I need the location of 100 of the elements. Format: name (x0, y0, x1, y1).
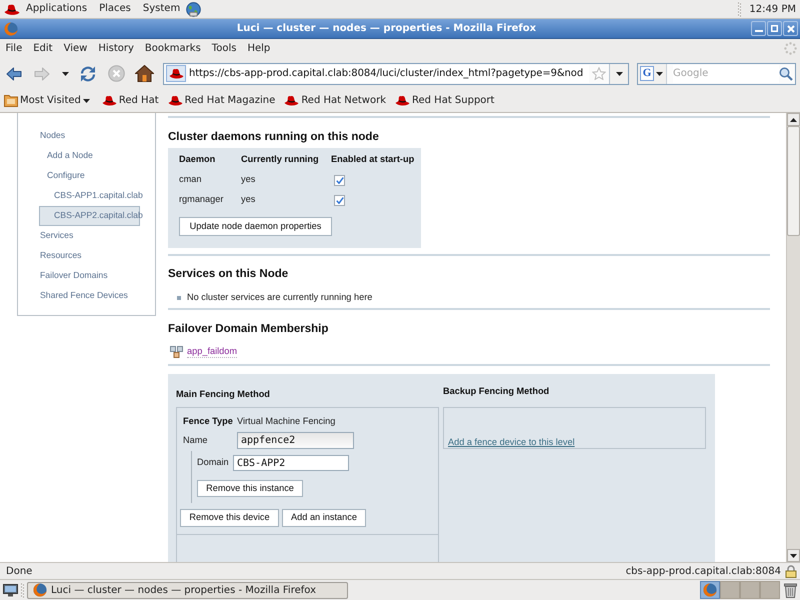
domain-field[interactable]: CBS-APP2 (233, 455, 349, 471)
table-cell-text: rgmanager (179, 193, 224, 206)
logo-icon (4, 22, 18, 36)
menu-item[interactable]: History (92, 41, 140, 56)
workspace[interactable] (700, 581, 720, 599)
scrollbar-thumb[interactable] (787, 126, 800, 236)
device-action-button[interactable]: Remove this device (180, 509, 279, 527)
minimize-icon (754, 30, 762, 32)
taskbar-button[interactable]: Luci — cluster — nodes — properties - Mozilla Firefox (27, 582, 348, 598)
menu-item[interactable]: File (0, 41, 28, 56)
url-history-button[interactable] (609, 64, 628, 84)
status-text: Done (6, 564, 32, 578)
stop-icon (108, 65, 124, 82)
scroll-down-button[interactable] (787, 549, 800, 562)
spinner-icon (784, 42, 797, 55)
menu-item[interactable]: Bookmarks (139, 41, 206, 56)
star-icon (592, 67, 606, 80)
hat-icon (102, 94, 117, 107)
checkmark-icon (336, 176, 344, 184)
url-field[interactable]: https://cbs-app-prod.capital.clab:8084/luci/cluster/index_html?pagetype=9&nod (189, 64, 589, 82)
hat-icon (168, 94, 183, 107)
padlock-icon (785, 564, 797, 578)
column-header: Currently running (241, 153, 320, 166)
checkbox[interactable] (334, 174, 345, 186)
sidebar-item[interactable]: Nodes (39, 126, 140, 146)
caret-icon (656, 72, 663, 76)
bookmark-link[interactable]: Red Hat Support (395, 93, 494, 108)
caret-icon (616, 72, 622, 76)
hat-icon (284, 94, 300, 107)
update-daemons-button[interactable]: Update node daemon properties (179, 217, 332, 236)
hat-icon (395, 94, 410, 107)
table-cell-text: yes (241, 173, 256, 186)
scroll-up-button[interactable] (787, 113, 800, 126)
maximize-icon (771, 25, 778, 32)
trash-icon (784, 582, 797, 598)
globe-icon (186, 2, 202, 16)
checkmark-icon (336, 196, 344, 204)
search-icon (779, 66, 793, 80)
menu-item[interactable]: View (58, 41, 93, 56)
table-cell-text: yes (241, 193, 256, 206)
sidebar-item[interactable]: CBS-APP2.capital.clab (39, 206, 140, 226)
site-identity-button[interactable] (166, 65, 186, 82)
reload-icon (79, 64, 97, 82)
menu-item[interactable]: Edit (28, 41, 58, 56)
forward-arrow-icon (34, 66, 50, 80)
hat-icon (4, 2, 20, 16)
close-icon (786, 24, 794, 32)
name-field[interactable]: appfence2 (237, 432, 354, 449)
bullet-icon (177, 296, 181, 300)
section-heading: Cluster daemons running on this node (168, 130, 380, 144)
window-title: Luci — cluster — nodes — properties - Mozilla Firefox (236, 22, 538, 36)
house-icon (134, 65, 154, 82)
down-arrow-icon (790, 554, 797, 558)
section-heading: Services on this Node (168, 267, 290, 281)
sidebar-item[interactable]: Resources (39, 246, 140, 266)
sidebar-item[interactable]: Failover Domains (39, 266, 140, 286)
status-host: cbs-app-prod.capital.clab:8084 (626, 564, 781, 578)
logo-icon (33, 583, 47, 597)
sidebar-item[interactable]: Add a Node (39, 146, 140, 166)
fencing-heading: Main Fencing Method (176, 388, 271, 400)
field-value: Virtual Machine Fencing (237, 415, 336, 428)
back-arrow-icon (6, 66, 22, 80)
bookmark-link[interactable]: Red Hat (102, 93, 159, 108)
sidebar-item[interactable]: Configure (39, 166, 140, 186)
up-arrow-icon (790, 118, 797, 122)
add-device-link[interactable]: Add a fence device to this level (448, 437, 575, 447)
field-label: Name (183, 434, 209, 447)
bookmark-link[interactable]: Red Hat Magazine (168, 93, 276, 108)
list-text: No cluster services are currently running here (187, 291, 372, 304)
servers-icon (170, 346, 183, 358)
domain-link[interactable]: app_faildom (187, 346, 238, 358)
checkbox[interactable] (334, 194, 345, 206)
monitor-icon (3, 583, 18, 597)
field-label: Fence Type (183, 415, 234, 428)
bookmarks-folder-button[interactable]: Most Visited (4, 93, 90, 108)
search-engine-button[interactable]: G (638, 64, 667, 84)
menu-item[interactable]: Help (242, 41, 276, 56)
panel-menu[interactable]: System (136, 0, 186, 18)
sidebar-item[interactable]: Services (39, 226, 140, 246)
field-label: Domain (197, 456, 230, 470)
caret-icon (82, 98, 90, 102)
sidebar-item[interactable]: Shared Fence Devices (39, 286, 140, 306)
fencing-heading: Backup Fencing Method (443, 385, 550, 397)
table-cell-text: cman (179, 173, 202, 186)
search-field[interactable]: Google (673, 64, 779, 82)
menu-item[interactable]: Tools (206, 41, 242, 56)
panel-menu[interactable]: Applications (20, 0, 94, 18)
bookmark-link[interactable]: Red Hat Network (284, 93, 386, 108)
panel-menu[interactable]: Places (93, 0, 137, 18)
maximize-button[interactable] (767, 21, 782, 36)
remove-instance-button[interactable]: Remove this instance (197, 480, 303, 497)
minimize-button[interactable] (751, 21, 766, 36)
column-header: Enabled at start-up (331, 153, 416, 166)
sidebar-item[interactable]: CBS-APP1.capital.clab (39, 186, 140, 206)
close-button[interactable] (783, 21, 798, 36)
device-action-button[interactable]: Add an instance (282, 509, 366, 527)
section-heading: Failover Domain Membership (168, 322, 330, 336)
caret-icon (62, 72, 68, 76)
clock: 12:49 PM (749, 2, 796, 16)
column-header: Daemon (179, 153, 216, 166)
